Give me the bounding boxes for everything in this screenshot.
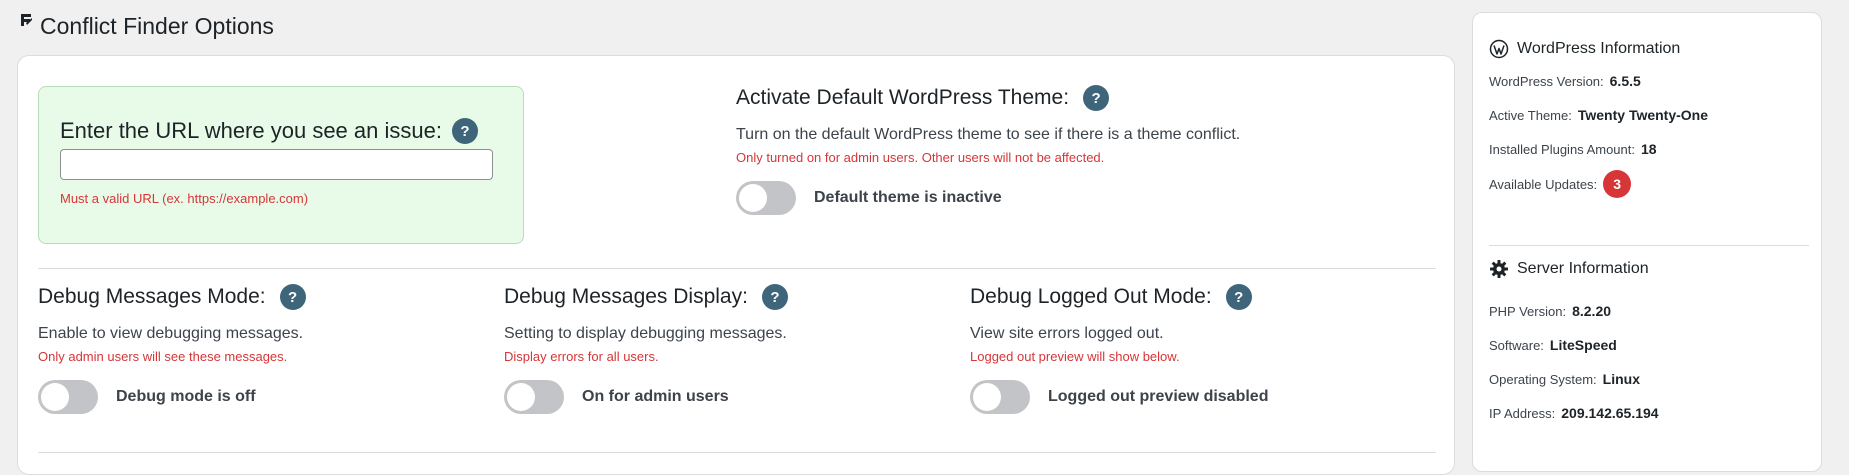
default-theme-toggle[interactable]: [736, 181, 796, 215]
debug-display-title: Debug Messages Display:: [504, 285, 748, 308]
default-theme-title: Activate Default WordPress Theme:: [736, 86, 1070, 109]
active-theme-value: Twenty Twenty-One: [1577, 107, 1709, 123]
debug-logged-out-toggle-label: Logged out preview disabled: [1048, 388, 1269, 405]
url-input[interactable]: [60, 149, 493, 180]
operating-system-label: Operating System:: [1489, 371, 1597, 387]
debug-display-description: Setting to display debugging messages.: [504, 325, 787, 342]
operating-system-row: Operating System: Linux: [1489, 371, 1640, 387]
url-label: Enter the URL where you see an issue: ?: [60, 118, 478, 144]
url-hint: Must a valid URL (ex. https://example.co…: [60, 191, 309, 206]
available-updates-badge[interactable]: 3: [1603, 170, 1632, 198]
debug-mode-toggle[interactable]: [38, 380, 98, 414]
debug-mode-title: Debug Messages Mode:: [38, 285, 266, 308]
ip-address-row: IP Address: 209.142.65.194: [1489, 405, 1659, 421]
default-theme-help-icon[interactable]: ?: [1083, 85, 1110, 111]
installed-plugins-value: 18: [1640, 141, 1657, 157]
debug-mode-toggle-label: Debug mode is off: [116, 388, 256, 405]
default-theme-toggle-row: Default theme is inactive: [736, 181, 1240, 215]
ip-address-value: 209.142.65.194: [1561, 405, 1659, 421]
debug-mode-warning: Only admin users will see these messages…: [38, 349, 288, 364]
server-info-title: Server Information: [1517, 260, 1649, 277]
page-title: Conflict Finder Options: [40, 13, 274, 39]
toggle-knob: [41, 383, 69, 411]
default-theme-title-row: Activate Default WordPress Theme: ?: [736, 84, 1240, 112]
default-theme-description: Turn on the default WordPress theme to s…: [736, 126, 1241, 143]
toggle-knob: [739, 184, 767, 212]
debug-logged-out-help-icon[interactable]: ?: [1225, 284, 1252, 310]
url-label-text: Enter the URL where you see an issue:: [60, 118, 442, 143]
default-theme-setting: Activate Default WordPress Theme: ? Turn…: [736, 84, 1240, 215]
debug-logged-out-setting: Debug Logged Out Mode: ? View site error…: [970, 283, 1268, 414]
installed-plugins-label: Installed Plugins Amount:: [1489, 141, 1635, 157]
available-updates-label: Available Updates:: [1489, 176, 1598, 192]
software-label: Software:: [1489, 337, 1544, 353]
sidebar-divider: [1489, 245, 1809, 246]
default-theme-toggle-label: Default theme is inactive: [814, 189, 1002, 206]
debug-mode-description: Enable to view debugging messages.: [38, 325, 304, 342]
debug-logged-out-title-row: Debug Logged Out Mode: ?: [970, 283, 1268, 311]
wordpress-version-row: WordPress Version: 6.5.5: [1489, 73, 1641, 89]
debug-mode-title-row: Debug Messages Mode: ?: [38, 283, 306, 311]
debug-logged-out-warning: Logged out preview will show below.: [970, 349, 1180, 364]
available-updates-row: Available Updates: 3: [1489, 170, 1632, 198]
url-help-icon[interactable]: ?: [451, 118, 478, 144]
toggle-knob: [507, 383, 535, 411]
debug-display-warning: Display errors for all users.: [504, 349, 659, 364]
wordpress-icon: [1489, 39, 1509, 59]
section-divider: [38, 268, 1436, 269]
ip-address-label: IP Address:: [1489, 405, 1556, 421]
debug-display-toggle-label: On for admin users: [582, 388, 729, 405]
gear-icon: [1490, 260, 1508, 278]
page-header: Conflict Finder Options: [18, 10, 274, 42]
debug-display-toggle-row: On for admin users: [504, 380, 788, 414]
debug-display-toggle[interactable]: [504, 380, 564, 414]
debug-logged-out-title: Debug Logged Out Mode:: [970, 285, 1212, 308]
server-info-header: Server Information: [1489, 259, 1649, 279]
installed-plugins-row: Installed Plugins Amount: 18: [1489, 141, 1657, 157]
toggle-knob: [973, 383, 1001, 411]
wordpress-info-header: WordPress Information: [1489, 39, 1680, 59]
php-version-row: PHP Version: 8.2.20: [1489, 303, 1611, 319]
debug-logged-out-description: View site errors logged out.: [970, 325, 1164, 342]
active-theme-label: Active Theme:: [1489, 107, 1572, 123]
default-theme-warning: Only turned on for admin users. Other us…: [736, 150, 1105, 165]
php-version-value: 8.2.20: [1572, 303, 1612, 319]
debug-logged-out-toggle-row: Logged out preview disabled: [970, 380, 1268, 414]
software-row: Software: LiteSpeed: [1489, 337, 1617, 353]
section-divider: [38, 452, 1436, 453]
debug-display-help-icon[interactable]: ?: [761, 284, 788, 310]
php-version-label: PHP Version:: [1489, 303, 1567, 319]
software-value: LiteSpeed: [1549, 337, 1617, 353]
url-box: Enter the URL where you see an issue: ? …: [38, 86, 524, 244]
active-theme-row: Active Theme: Twenty Twenty-One: [1489, 107, 1708, 123]
wordpress-version-label: WordPress Version:: [1489, 73, 1604, 89]
operating-system-value: Linux: [1602, 371, 1640, 387]
debug-mode-help-icon[interactable]: ?: [279, 284, 306, 310]
debug-mode-setting: Debug Messages Mode: ? Enable to view de…: [38, 283, 306, 414]
wordpress-version-value: 6.5.5: [1609, 73, 1641, 89]
plugin-logo-icon: [21, 14, 32, 26]
debug-mode-toggle-row: Debug mode is off: [38, 380, 306, 414]
options-card: Enter the URL where you see an issue: ? …: [17, 55, 1455, 475]
wordpress-info-title: WordPress Information: [1517, 40, 1681, 57]
debug-logged-out-toggle[interactable]: [970, 380, 1030, 414]
debug-display-title-row: Debug Messages Display: ?: [504, 283, 788, 311]
info-sidebar: WordPress Information WordPress Version:…: [1472, 12, 1822, 472]
debug-display-setting: Debug Messages Display: ? Setting to dis…: [504, 283, 788, 414]
